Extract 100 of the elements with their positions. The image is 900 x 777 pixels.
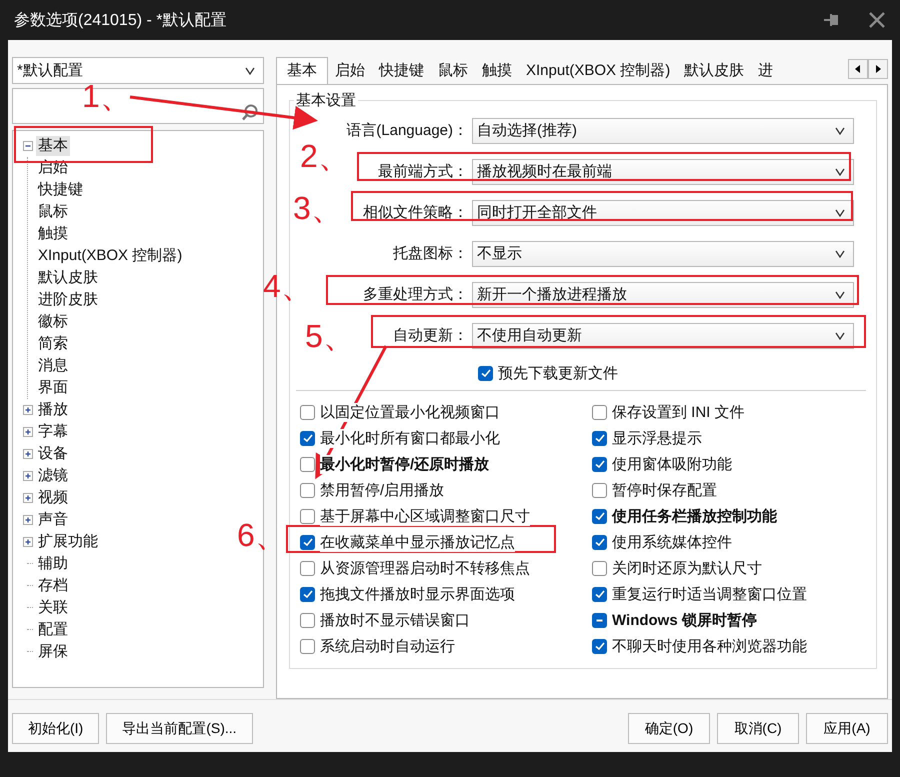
check-icon xyxy=(302,588,314,600)
tree-item[interactable]: 滤镜 xyxy=(36,466,70,486)
tree-item[interactable]: 徽标 xyxy=(36,312,70,332)
setting-label: 托盘图标： xyxy=(393,245,468,262)
tree-item[interactable]: 配置 xyxy=(36,620,70,640)
tab[interactable]: 默认皮肤 xyxy=(677,58,752,84)
setting-dropdown[interactable]: 不使用自动更新 xyxy=(472,322,854,348)
close-icon[interactable] xyxy=(868,11,886,29)
annotation-number: 4、 xyxy=(263,268,313,304)
checkbox[interactable] xyxy=(592,534,607,550)
annotation-number: 2、 xyxy=(300,138,350,174)
setting-label: 最前端方式： xyxy=(378,163,468,180)
chevron-icon xyxy=(835,168,845,176)
tree-item[interactable]: 屏保 xyxy=(36,642,70,662)
checkbox-label: 显示浮悬提示 xyxy=(612,428,702,448)
footer-button[interactable]: 导出当前配置(S)... xyxy=(106,713,253,744)
tree-item[interactable]: 消息 xyxy=(36,356,70,376)
scroll-left-icon[interactable] xyxy=(848,58,868,78)
tab[interactable]: XInput(XBOX 控制器) xyxy=(519,58,678,84)
tab[interactable]: 快捷键 xyxy=(372,58,431,84)
footer-button[interactable]: 取消(C) xyxy=(717,713,799,744)
footer-button[interactable]: 初始化(I) xyxy=(12,713,100,744)
tree-item[interactable]: 辅助 xyxy=(36,554,70,574)
setting-dropdown[interactable]: 自动选择(推荐) xyxy=(472,118,854,144)
tab[interactable]: 触摸 xyxy=(475,58,519,84)
chevron-icon xyxy=(835,290,845,298)
tree-item[interactable]: 存档 xyxy=(36,576,70,596)
checkbox[interactable] xyxy=(478,366,493,380)
checkbox[interactable] xyxy=(592,586,607,602)
tree-item[interactable]: 视频 xyxy=(36,488,70,508)
tree-item[interactable]: 字幕 xyxy=(36,422,70,442)
checkbox[interactable] xyxy=(300,404,315,420)
checkbox[interactable] xyxy=(300,638,315,654)
checkbox-label: 保存设置到 INI 文件 xyxy=(612,402,745,422)
checkbox-label: 拖拽文件播放时显示界面选项 xyxy=(320,584,515,604)
checkbox[interactable] xyxy=(592,482,607,498)
setting-dropdown[interactable]: 不显示 xyxy=(472,240,854,266)
setting-dropdown[interactable]: 新开一个播放进程播放 xyxy=(472,282,854,308)
expand-icon[interactable] xyxy=(23,537,33,547)
checkbox[interactable] xyxy=(592,430,607,446)
checkbox[interactable] xyxy=(300,482,315,498)
chevron-icon xyxy=(835,332,845,340)
tree-item[interactable]: 鼠标 xyxy=(36,202,70,222)
footer-button[interactable]: 确定(O) xyxy=(628,713,710,744)
checkbox[interactable] xyxy=(300,456,315,472)
footer-button[interactable]: 应用(A) xyxy=(806,713,888,744)
checkbox-label: 最小化时暂停/还原时播放 xyxy=(320,454,490,474)
expand-icon[interactable] xyxy=(23,471,33,481)
expand-icon[interactable] xyxy=(23,405,33,415)
expand-icon[interactable] xyxy=(23,493,33,503)
checkbox[interactable] xyxy=(592,508,607,524)
tab[interactable]: 鼠标 xyxy=(431,58,475,84)
tab[interactable]: 基本 xyxy=(276,57,328,84)
checkbox[interactable] xyxy=(592,456,607,472)
profile-dropdown[interactable]: *默认配置 xyxy=(12,57,264,84)
checkbox-label: 系统启动时自动运行 xyxy=(320,636,455,656)
tree-item[interactable]: XInput(XBOX 控制器) xyxy=(36,246,184,266)
checkbox[interactable] xyxy=(300,508,315,524)
scroll-right-icon[interactable] xyxy=(868,58,888,78)
setting-dropdown[interactable]: 播放视频时在最前端 xyxy=(472,158,854,184)
checkbox[interactable] xyxy=(300,612,315,628)
tree-item[interactable]: 播放 xyxy=(36,400,70,420)
checkbox[interactable] xyxy=(300,534,315,550)
group-title: 基本设置 xyxy=(295,91,357,110)
expand-icon[interactable] xyxy=(23,515,33,525)
tree-item[interactable]: 界面 xyxy=(36,378,70,398)
tree-item[interactable]: 快捷键 xyxy=(36,180,85,200)
tree-item[interactable]: 默认皮肤 xyxy=(36,268,100,288)
check-icon xyxy=(594,432,606,444)
tree-item[interactable]: 关联 xyxy=(36,598,70,618)
checkbox[interactable] xyxy=(300,430,315,446)
checkbox[interactable] xyxy=(592,560,607,576)
tab[interactable]: 进 xyxy=(751,58,780,84)
chevron-icon xyxy=(835,250,845,258)
checkbox-label: 不聊天时使用各种浏览器功能 xyxy=(612,636,807,656)
check-icon xyxy=(594,510,606,522)
check-icon xyxy=(594,588,606,600)
checkbox[interactable] xyxy=(300,586,315,602)
checkbox[interactable] xyxy=(592,404,607,420)
tree-item[interactable]: 触摸 xyxy=(36,224,70,244)
setting-label: 语言(Language)： xyxy=(346,122,468,139)
collapse-icon[interactable] xyxy=(23,141,33,151)
checkbox-label: 关闭时还原为默认尺寸 xyxy=(612,558,762,578)
checkbox[interactable] xyxy=(592,638,607,654)
tree-item[interactable]: 设备 xyxy=(36,444,70,464)
tab[interactable]: 启始 xyxy=(328,58,372,84)
checkbox-label: 最小化时所有窗口都最小化 xyxy=(320,428,500,448)
expand-icon[interactable] xyxy=(23,427,33,437)
tree-item[interactable]: 简索 xyxy=(36,334,70,354)
tree-item[interactable]: 声音 xyxy=(36,510,70,530)
tree-item[interactable]: 扩展功能 xyxy=(36,532,100,552)
setting-label: 相似文件策略： xyxy=(363,204,468,221)
checkbox[interactable] xyxy=(300,560,315,576)
checkbox-label: 重复运行时适当调整窗口位置 xyxy=(612,584,807,604)
expand-icon[interactable] xyxy=(23,449,33,459)
window-title: 参数选项(241015) - *默认配置 xyxy=(14,10,228,30)
setting-dropdown[interactable]: 同时打开全部文件 xyxy=(472,200,854,226)
annotation-number: 6、 xyxy=(237,517,287,553)
tree-item[interactable]: 基本 xyxy=(36,136,70,156)
tree-item[interactable]: 进阶皮肤 xyxy=(36,290,100,310)
